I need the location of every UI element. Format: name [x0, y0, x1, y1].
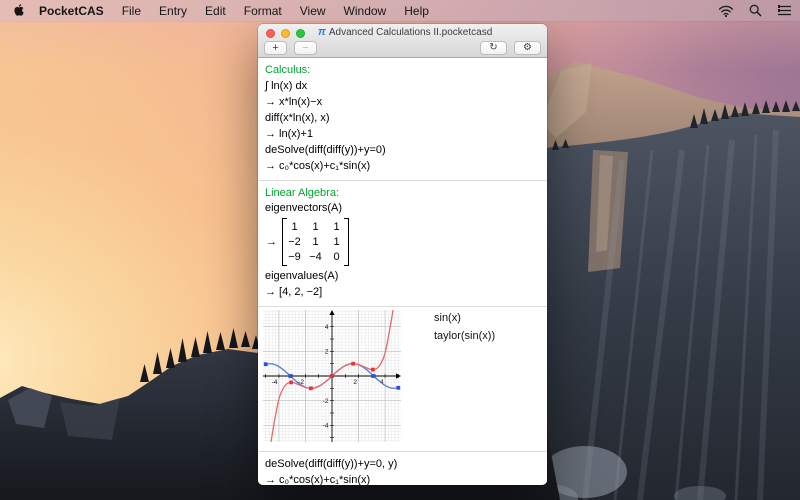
expression-result: → c₀*cos(x)+c₁*sin(x): [265, 474, 540, 485]
apple-icon: [14, 4, 26, 18]
expression-input[interactable]: ∫ ln(x) dx: [265, 80, 540, 93]
menu-window[interactable]: Window: [335, 4, 396, 18]
section-calculus: Calculus: ∫ ln(x) dx → x*ln(x)−x diff(x*…: [258, 58, 547, 181]
window-titlebar[interactable]: πAdvanced Calculations II.pocketcasd + −…: [258, 24, 547, 58]
pocketcas-window: πAdvanced Calculations II.pocketcasd + −…: [258, 24, 547, 485]
menu-file[interactable]: File: [113, 4, 150, 18]
menu-help[interactable]: Help: [395, 4, 438, 18]
expression-result: → x*ln(x)−x: [265, 96, 540, 109]
cliff-dark-face: [520, 113, 800, 500]
result-arrow: →: [266, 236, 277, 248]
section-desolve: deSolve(diff(diff(y))+y=0, y) → c₀*cos(x…: [258, 452, 547, 486]
spotlight-icon[interactable]: [749, 4, 762, 17]
expression-input[interactable]: deSolve(diff(diff(y))+y=0): [265, 144, 540, 157]
minimize-button[interactable]: [281, 29, 290, 38]
wifi-icon[interactable]: [718, 5, 734, 17]
svg-text:4: 4: [325, 324, 329, 331]
svg-text:2: 2: [353, 379, 357, 386]
section-header: Calculus:: [265, 64, 540, 76]
document-content: Calculus: ∫ ln(x) dx → x*ln(x)−x diff(x*…: [258, 58, 547, 485]
menu-view[interactable]: View: [291, 4, 335, 18]
expression-result: → [4, 2, −2]: [265, 286, 540, 299]
section-header: Linear Algebra:: [265, 187, 540, 199]
expression-result: → c₀*cos(x)+c₁*sin(x): [265, 160, 540, 173]
apple-menu[interactable]: [14, 4, 26, 18]
expression-input[interactable]: eigenvalues(A): [265, 270, 540, 283]
expression-input[interactable]: diff(x*ln(x), x): [265, 112, 540, 125]
menu-entry[interactable]: Entry: [150, 4, 196, 18]
toolbar: + − ↻ ⚙: [258, 39, 547, 57]
svg-text:-2: -2: [323, 398, 329, 405]
section-plot: -4-224-4-224 sin(x) taylor(sin(x)): [258, 307, 547, 452]
menu-bar: PocketCAS File Entry Edit Format View Wi…: [0, 0, 800, 21]
zoom-button[interactable]: [296, 29, 305, 38]
legend-sin: sin(x): [434, 312, 495, 324]
expression-result: → ln(x)+1: [265, 128, 540, 141]
settings-button[interactable]: ⚙: [514, 41, 541, 55]
menu-app-name[interactable]: PocketCAS: [30, 4, 113, 18]
svg-text:-4: -4: [323, 422, 329, 429]
plot-legend: sin(x) taylor(sin(x)): [434, 312, 495, 348]
close-button[interactable]: [266, 29, 275, 38]
section-linear-algebra: Linear Algebra: eigenvectors(A) → 1 1 1 …: [258, 181, 547, 307]
remove-entry-button[interactable]: −: [294, 41, 317, 55]
notification-center-icon[interactable]: [777, 5, 792, 16]
window-title: πAdvanced Calculations II.pocketcasd: [318, 26, 487, 38]
svg-text:2: 2: [325, 348, 329, 355]
add-entry-button[interactable]: +: [264, 41, 287, 55]
refresh-icon: ↻: [489, 42, 497, 53]
svg-text:-4: -4: [272, 379, 278, 386]
expression-input[interactable]: eigenvectors(A): [265, 202, 540, 215]
recalculate-button[interactable]: ↻: [480, 41, 507, 55]
function-plot[interactable]: -4-224-4-224: [263, 310, 401, 442]
expression-input[interactable]: deSolve(diff(diff(y))+y=0, y): [265, 458, 540, 471]
pi-document-icon: π: [318, 26, 326, 38]
eigenvector-matrix: 1 1 1 −2 1 1 −9 −4 0: [282, 218, 349, 266]
menu-edit[interactable]: Edit: [196, 4, 235, 18]
gear-icon: ⚙: [523, 42, 532, 53]
menu-format[interactable]: Format: [235, 4, 291, 18]
legend-taylor: taylor(sin(x)): [434, 330, 495, 342]
matrix-result: → 1 1 1 −2 1 1 −9 −4 0: [266, 218, 540, 266]
